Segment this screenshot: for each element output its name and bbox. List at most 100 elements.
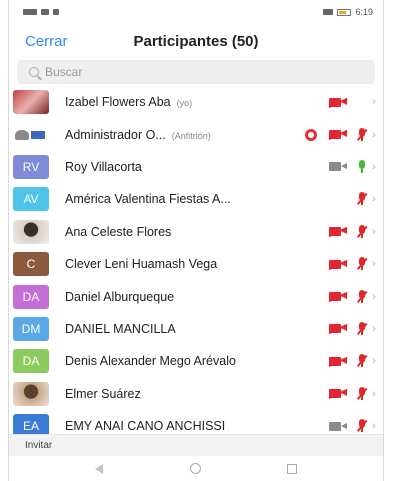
- search-input[interactable]: Buscar: [17, 60, 375, 84]
- video-off-icon: [329, 389, 347, 399]
- header: Cerrar Participantes (50): [9, 24, 383, 58]
- participant-controls: ›: [329, 224, 381, 239]
- invite-button[interactable]: Invitar: [25, 440, 52, 451]
- logo-mark: [31, 130, 45, 139]
- mic-muted-icon: [357, 127, 367, 142]
- participant-row[interactable]: C Clever Leni Huamash Vega ›: [9, 248, 383, 280]
- participant-name-text: Daniel Alburqueque: [65, 289, 175, 304]
- logo-mark: [15, 129, 29, 140]
- home-icon[interactable]: [189, 463, 201, 474]
- chevron-right-icon[interactable]: ›: [369, 259, 379, 270]
- video-on-icon: [329, 162, 347, 172]
- chevron-right-icon[interactable]: ›: [369, 161, 379, 172]
- video-on-icon: [329, 421, 347, 431]
- status-bar: 6:19: [9, 0, 383, 24]
- participant-name-text: Ana Celeste Flores: [65, 224, 172, 239]
- video-off-icon: [329, 292, 347, 302]
- avatar: AV: [13, 187, 49, 212]
- chevron-right-icon[interactable]: ›: [369, 97, 379, 108]
- chevron-right-icon[interactable]: ›: [369, 129, 379, 140]
- mic-muted-icon: [357, 289, 367, 304]
- video-off-icon: [329, 356, 347, 366]
- chevron-right-icon[interactable]: ›: [369, 291, 379, 302]
- wifi-icon: [53, 9, 59, 15]
- battery-icon: [337, 8, 352, 16]
- android-nav-bar: [9, 456, 383, 481]
- participant-name-text: Denis Alexander Mego Arévalo: [65, 354, 236, 369]
- participant-name: Izabel Flowers Aba (yo): [65, 95, 329, 109]
- chevron-right-icon[interactable]: ›: [369, 421, 379, 432]
- recording-icon: [305, 128, 317, 141]
- participant-controls: ›: [329, 257, 381, 271]
- participant-name-text: EMY ANAI CANO ANCHISSI: [65, 419, 226, 434]
- mic-muted-icon: [357, 192, 367, 206]
- mic-on-icon: [357, 159, 367, 174]
- participant-role-tag: (yo): [176, 98, 193, 109]
- participant-controls: ›: [329, 192, 381, 206]
- bottom-bar: Invitar: [9, 434, 383, 456]
- participant-row[interactable]: Elmer Suárez ›: [9, 378, 383, 410]
- avatar: [13, 90, 49, 115]
- participant-name-text: América Valentina Fiestas A...: [65, 192, 231, 207]
- participant-name: Roy Villacorta: [65, 160, 329, 174]
- participant-name: América Valentina Fiestas A...: [65, 192, 329, 206]
- participant-row[interactable]: DA Daniel Alburqueque ›: [9, 280, 383, 312]
- mic-muted-icon: [357, 224, 367, 239]
- mic-muted-icon: [357, 386, 367, 401]
- chevron-right-icon[interactable]: ›: [369, 388, 379, 399]
- chevron-right-icon[interactable]: ›: [369, 356, 379, 367]
- close-button[interactable]: Cerrar: [25, 33, 68, 50]
- recent-apps-icon[interactable]: [286, 463, 297, 474]
- participant-name-text: Administrador O...: [65, 127, 166, 142]
- participant-controls: ›: [329, 321, 381, 336]
- status-left: [23, 9, 59, 15]
- participant-name: Administrador O... (Anfitrión): [65, 128, 305, 142]
- video-off-icon: [329, 324, 347, 334]
- mic-muted-icon: [357, 419, 367, 433]
- signal-icon: [41, 9, 49, 15]
- participant-name-text: Izabel Flowers Aba: [65, 95, 171, 110]
- participant-name-text: Clever Leni Huamash Vega: [65, 257, 218, 272]
- status-time: 6:19: [355, 7, 373, 17]
- participants-panel: 6:19 Cerrar Participantes (50) Buscar Iz…: [8, 0, 384, 481]
- participant-name: Daniel Alburqueque: [65, 290, 329, 304]
- sim-icon: [23, 9, 37, 15]
- participant-row[interactable]: Administrador O... (Anfitrión) ›: [9, 118, 383, 150]
- participant-row[interactable]: Ana Celeste Flores ›: [9, 216, 383, 248]
- mic-muted-icon: [357, 321, 367, 336]
- participant-name-text: Roy Villacorta: [65, 159, 142, 174]
- alarm-icon: [323, 9, 334, 15]
- participant-name: Ana Celeste Flores: [65, 225, 329, 239]
- participant-name-text: DANIEL MANCILLA: [65, 321, 176, 336]
- video-off-icon: [329, 259, 347, 269]
- participant-row[interactable]: DA Denis Alexander Mego Arévalo ›: [9, 345, 383, 377]
- participant-controls: ›: [329, 419, 381, 433]
- participant-name-text: Elmer Suárez: [65, 386, 141, 401]
- participant-name: DANIEL MANCILLA: [65, 322, 329, 336]
- avatar: DA: [13, 284, 49, 309]
- status-right: 6:19: [323, 7, 373, 17]
- avatar: DA: [13, 349, 49, 374]
- chevron-right-icon[interactable]: ›: [369, 226, 379, 237]
- avatar: [13, 219, 49, 244]
- chevron-right-icon[interactable]: ›: [369, 323, 379, 334]
- avatar: [13, 122, 49, 147]
- chevron-right-icon[interactable]: ›: [369, 194, 379, 205]
- page-title: Participantes (50): [133, 32, 259, 50]
- participant-row[interactable]: RV Roy Villacorta ›: [9, 151, 383, 183]
- participant-controls: ›: [305, 127, 381, 142]
- participant-row[interactable]: Izabel Flowers Aba (yo) ›: [9, 86, 383, 118]
- participant-row[interactable]: DM DANIEL MANCILLA ›: [9, 313, 383, 345]
- video-off-icon: [329, 130, 347, 140]
- participant-controls: ›: [329, 95, 381, 109]
- participant-list: Izabel Flowers Aba (yo) › Administrador O..…: [9, 86, 383, 442]
- video-off-icon: [329, 227, 347, 237]
- participant-row[interactable]: AV América Valentina Fiestas A... ›: [9, 183, 383, 215]
- mic-muted-icon: [357, 354, 367, 368]
- participant-name: Elmer Suárez: [65, 387, 329, 401]
- participant-name: EMY ANAI CANO ANCHISSI: [65, 419, 329, 433]
- search-icon: [29, 67, 39, 77]
- back-icon[interactable]: [95, 463, 104, 474]
- search-placeholder: Buscar: [45, 65, 83, 79]
- participant-role-tag: (Anfitrión): [171, 130, 211, 141]
